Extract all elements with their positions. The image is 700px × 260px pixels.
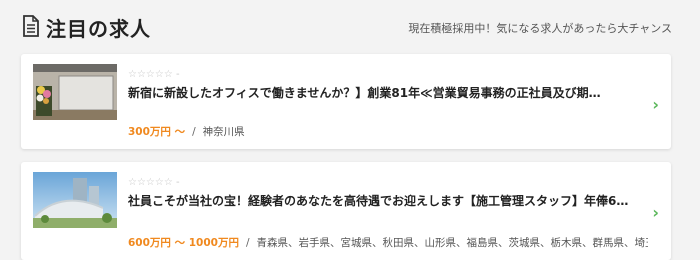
section-header: 注目の求人 現在積極採用中！気になる求人があったら大チャンス bbox=[0, 0, 700, 56]
section-title: 注目の求人 bbox=[46, 17, 151, 41]
job-title[interactable]: 社員こそが当社の宝！経験者のあなたを高待遇でお迎えします【施工管理スタッフ】年俸… bbox=[128, 192, 638, 209]
job-thumbnail[interactable] bbox=[33, 172, 117, 228]
job-meta: 300万円 ～ / 神奈川県 bbox=[128, 124, 648, 139]
meta-separator: / bbox=[192, 126, 196, 138]
location: 青森県、岩手県、宮城県、秋田県、山形県、福島県、茨城県、栃木県、群馬県、埼玉県、… bbox=[256, 237, 649, 249]
section-subtitle: 現在積極採用中！気になる求人があったら大チャンス bbox=[408, 22, 672, 35]
meta-separator: / bbox=[245, 237, 250, 249]
rating-stars: ☆☆☆☆☆ - bbox=[128, 69, 180, 80]
document-icon bbox=[23, 15, 39, 37]
chevron-right-icon[interactable]: › bbox=[652, 203, 659, 222]
job-card[interactable]: ☆☆☆☆☆ - 新宿に新設したオフィスで働きませんか？】創業81年≪営業貿易事務… bbox=[21, 54, 671, 149]
salary: 300万円 ～ bbox=[128, 126, 186, 138]
job-card[interactable]: ☆☆☆☆☆ - 社員こそが当社の宝！経験者のあなたを高待遇でお迎えします【施工管… bbox=[21, 162, 671, 260]
rating-stars: ☆☆☆☆☆ - bbox=[128, 177, 180, 188]
chevron-right-icon[interactable]: › bbox=[652, 95, 659, 114]
job-title[interactable]: 新宿に新設したオフィスで働きませんか？】創業81年≪営業貿易事務の正社員及び期… bbox=[128, 84, 638, 101]
salary: 600万円 ～ 1000万円 bbox=[128, 237, 239, 249]
job-thumbnail[interactable] bbox=[33, 64, 117, 120]
job-meta: 600万円 ～ 1000万円 / 青森県、岩手県、宮城県、秋田県、山形県、福島県、茨… bbox=[128, 235, 648, 250]
location: 神奈川県 bbox=[202, 126, 245, 138]
